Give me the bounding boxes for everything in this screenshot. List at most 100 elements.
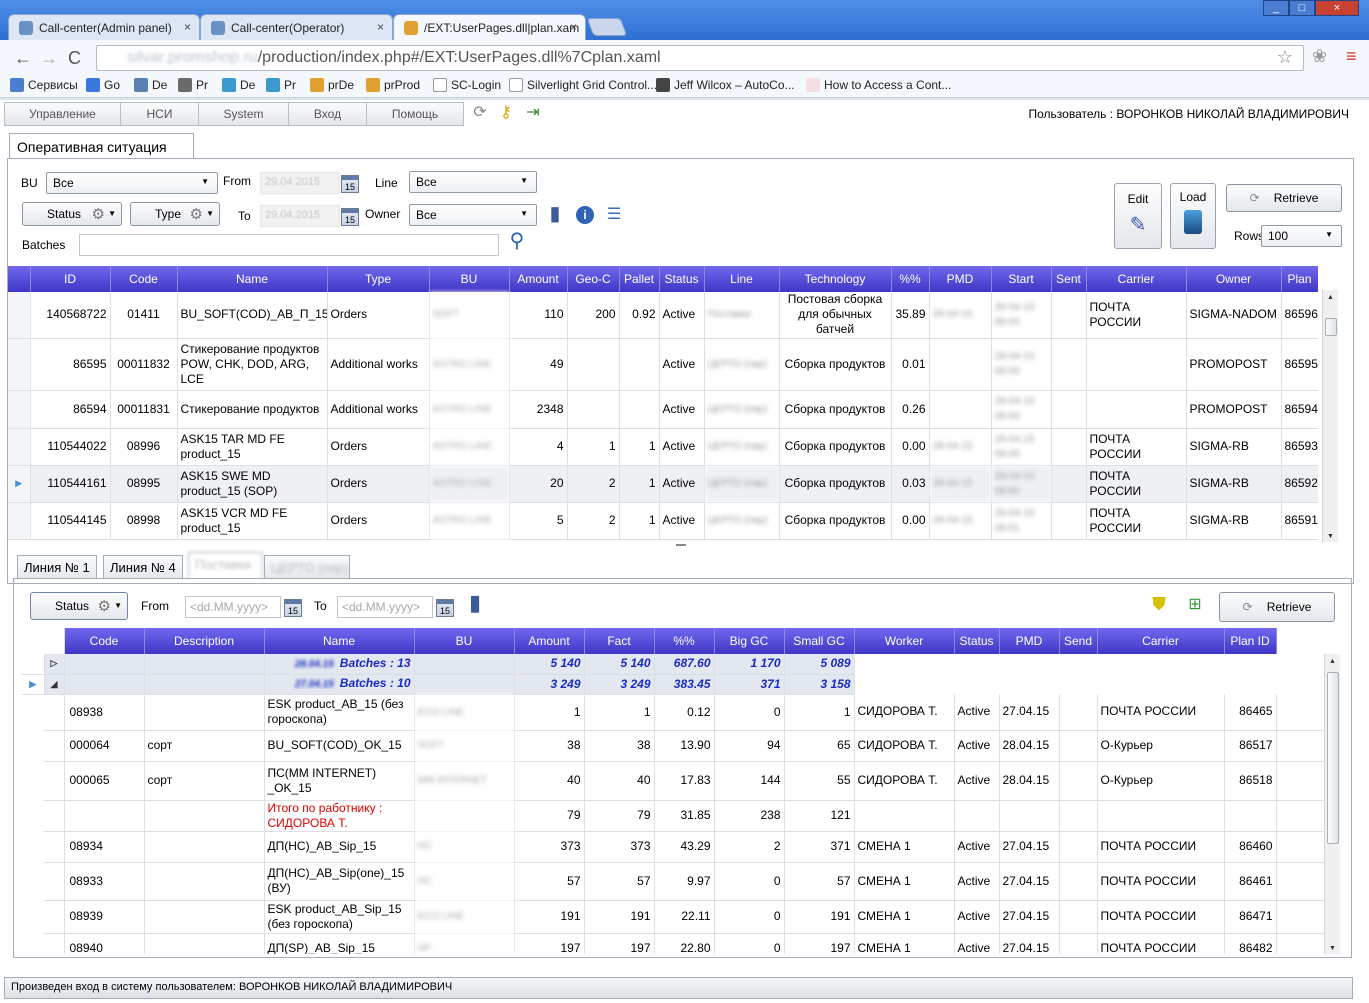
bookmark-sc-login[interactable]: SC-Login (433, 78, 501, 92)
column-header[interactable]: BU (429, 266, 510, 292)
column-header[interactable]: Description (144, 628, 265, 654)
column-header[interactable]: Name (264, 628, 415, 654)
menu-icon[interactable]: ≡ (1346, 46, 1357, 67)
from-calendar-icon-2[interactable]: 15 (284, 599, 302, 617)
bookmark-go[interactable]: Go (86, 78, 120, 92)
bookmark-how-to[interactable]: How to Access a Cont... (806, 78, 951, 92)
from-date-input-2[interactable]: <dd.MM.yyyy> (185, 596, 281, 618)
column-header[interactable]: ID (30, 266, 111, 292)
table-row[interactable]: 000064 сорт BU_SOFT(COD)_OK_15 SOFT 38 38 13.9… (22, 730, 1324, 762)
retrieve-button-2[interactable]: ⟳ Retrieve (1219, 592, 1335, 622)
column-header[interactable]: Plan ID (1224, 628, 1277, 654)
bookmark-pr-1[interactable]: Pr (178, 78, 208, 92)
reload-icon[interactable]: C (68, 48, 81, 69)
batches-input[interactable] (79, 234, 499, 256)
to-date-input-2[interactable]: <dd.MM.yyyy> (337, 596, 433, 618)
bookmark-de-2[interactable]: De (222, 78, 255, 92)
row-indicator[interactable] (8, 390, 31, 429)
key-icon[interactable]: ⚷ (497, 104, 515, 122)
table-row[interactable]: 08933 ДП(НС)_AB_Sip(one)_15 (ВУ) НС 57 57 9.9… (22, 862, 1324, 901)
status-filter-button-2[interactable]: Status ⚙ ▼ (30, 592, 128, 620)
bookmark-star-icon[interactable]: ☆ (1277, 47, 1293, 68)
menu-item-login[interactable]: Вход (289, 103, 367, 125)
table-row[interactable]: 110544022 08996 ASK15 TAR MD FE product_15… (8, 428, 1318, 466)
scroll-down-arrow-icon[interactable]: ▼ (1329, 945, 1336, 952)
exit-door-icon[interactable]: ⇥ (524, 104, 542, 122)
tab-supplies[interactable]: Поставки (188, 552, 263, 579)
menu-item-management[interactable]: Управление (5, 103, 121, 125)
column-header[interactable]: %% (654, 628, 715, 654)
column-header[interactable]: Technology (779, 266, 892, 292)
table-row[interactable]: 08940 ДП(SP)_AB_Sip_15 SP 197 197 22.80 0 197 СМ… (22, 933, 1324, 954)
column-header[interactable]: PMD (999, 628, 1060, 654)
from-date-input[interactable]: 29.04.2015 (260, 172, 340, 194)
scroll-up-arrow-icon[interactable]: ▲ (1329, 658, 1336, 665)
bookmark-de-1[interactable]: De (134, 78, 167, 92)
column-header[interactable]: Code (64, 628, 145, 654)
to-calendar-icon[interactable]: 15 (341, 208, 359, 226)
column-header[interactable]: Worker (854, 628, 955, 654)
group-row[interactable]: ▶ ◢ 27.04.15 Batches : 10 3 249 3 249 383.45 37… (22, 674, 1324, 695)
row-indicator[interactable] (8, 428, 31, 466)
group-row[interactable]: ▷ 28.04.15 Batches : 13 5 140 5 140 687.60 1 1… (22, 654, 1324, 675)
line-select[interactable]: Все (409, 171, 537, 193)
table-row[interactable]: 08934 ДП(НС)_AB_Sip_15 НС 373 373 43.29 2 371 СМ… (22, 831, 1324, 863)
row-indicator[interactable] (8, 292, 31, 339)
search-icon[interactable]: ⚲ (508, 231, 526, 251)
row-indicator[interactable] (8, 338, 31, 391)
tab-operational-situation[interactable]: Оперативная ситуация (9, 133, 194, 159)
row-indicator[interactable]: ▶ (8, 465, 31, 503)
column-header[interactable]: Owner (1186, 266, 1282, 292)
table-row[interactable]: 86594 00011831 Стикерование продуктов Addit… (8, 390, 1318, 429)
column-header[interactable]: Carrier (1086, 266, 1187, 292)
table-row[interactable]: ▶ 110544161 08995 ASK15 SWE MD product_15 (… (8, 465, 1318, 503)
info-icon[interactable]: i (576, 206, 594, 224)
column-header[interactable]: Big GC (714, 628, 785, 654)
to-date-input[interactable]: 29.04.2015 (260, 205, 340, 227)
book-icon[interactable]: ▮ (546, 204, 564, 224)
type-filter-button[interactable]: Type ⚙ ▼ (130, 202, 220, 226)
menu-item-nsi[interactable]: НСИ (121, 103, 199, 125)
book-icon[interactable]: ▮ (466, 592, 484, 614)
bookmark-services[interactable]: Сервисы (10, 78, 78, 92)
tab-line-4[interactable]: Линия № 4 (103, 555, 183, 579)
table-row[interactable]: 08938 ESK product_AB_15 (без гороскопа) EC… (22, 694, 1324, 731)
column-header[interactable]: Status (659, 266, 705, 292)
splitter-handle[interactable] (676, 544, 686, 546)
close-window-button[interactable]: × (1315, 0, 1359, 16)
row-indicator[interactable] (22, 654, 45, 675)
column-header[interactable]: Fact (584, 628, 655, 654)
scroll-down-arrow-icon[interactable]: ▼ (1327, 533, 1334, 540)
column-header[interactable]: Plan (1281, 266, 1318, 292)
close-tab-icon[interactable]: × (184, 20, 191, 34)
menu-item-help[interactable]: Помощь (367, 103, 463, 125)
bu-select[interactable]: Все (46, 172, 218, 194)
column-header[interactable]: Line (704, 266, 780, 292)
column-header[interactable]: Name (177, 266, 328, 292)
table-row[interactable]: 140568722 01411 BU_SOFT(COD)_AB_П_15 Orders… (8, 292, 1318, 339)
column-header[interactable]: Send (1059, 628, 1098, 654)
forward-arrow-icon[interactable]: → (40, 48, 58, 69)
row-indicator[interactable] (8, 502, 31, 540)
from-calendar-icon[interactable]: 15 (341, 175, 359, 193)
bookmark-silverlight[interactable]: Silverlight Grid Control... (509, 78, 657, 92)
tab-certo[interactable]: ЦЕРТО (пар) (264, 555, 350, 579)
column-header[interactable] (44, 628, 65, 654)
column-header[interactable]: Code (110, 266, 178, 292)
browser-tab-operator[interactable]: Call-center(Operator) × (200, 14, 393, 40)
scroll-thumb[interactable] (1325, 318, 1337, 336)
column-header[interactable]: Geo-C (567, 266, 620, 292)
extension-paw-icon[interactable]: ❀ (1312, 46, 1327, 67)
to-calendar-icon-2[interactable]: 15 (436, 599, 454, 617)
close-tab-icon[interactable]: × (570, 20, 577, 34)
bookmark-pr-2[interactable]: Pr (266, 78, 296, 92)
scroll-up-arrow-icon[interactable]: ▲ (1327, 294, 1334, 301)
bookmark-jeff-wilcox[interactable]: Jeff Wilcox – AutoCo... (656, 78, 795, 92)
bookmark-prprod[interactable]: prProd (366, 78, 420, 92)
column-header[interactable]: Start (991, 266, 1052, 292)
column-header[interactable]: Amount (514, 628, 585, 654)
batches-grid-scrollbar[interactable]: ▲ ▼ (1324, 654, 1340, 954)
column-header[interactable]: Small GC (784, 628, 855, 654)
load-button[interactable]: Load (1170, 183, 1216, 249)
column-header[interactable]: Pallet (619, 266, 660, 292)
